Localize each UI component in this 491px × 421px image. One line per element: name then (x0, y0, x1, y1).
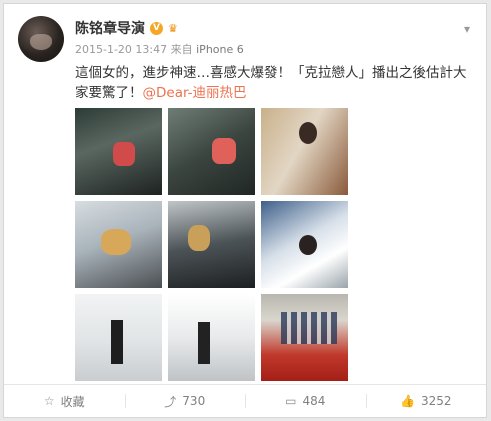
author-row: 陈铭章导演 V ♛ (75, 18, 178, 38)
author-name[interactable]: 陈铭章导演 (75, 18, 145, 38)
favorite-button[interactable]: ☆ 收藏 (4, 385, 125, 417)
photo-1[interactable] (75, 108, 162, 195)
favorite-label: 收藏 (60, 394, 85, 409)
mention-link[interactable]: @Dear-迪丽热巴 (143, 85, 247, 101)
like-count: 3252 (420, 394, 452, 408)
star-icon: ☆ (43, 394, 55, 408)
photo-2[interactable] (168, 108, 255, 195)
photo-grid (75, 108, 348, 382)
photo-6[interactable] (261, 201, 348, 288)
weibo-post-card: 陈铭章导演 V ♛ 2015-1-20 13:47 来自 iPhone 6 ▾ … (3, 3, 487, 418)
photo-9[interactable] (261, 294, 348, 381)
thumbs-up-icon: 👍 (400, 394, 415, 408)
source-prefix: 来自 (170, 43, 193, 56)
crown-icon[interactable]: ♛ (168, 22, 178, 35)
repost-button[interactable]: ⤴ 730 (124, 385, 246, 417)
action-bar: ☆ 收藏 ⤴ 730 ▭ 484 👍 3252 (4, 384, 486, 417)
post-meta: 2015-1-20 13:47 来自 iPhone 6 (75, 41, 244, 57)
photo-5[interactable] (168, 201, 255, 288)
photo-7[interactable] (75, 294, 162, 381)
post-body: 這個女的，進步神速…喜感大爆發！「克拉戀人」播出之後估計大家要驚了！ (75, 65, 467, 101)
like-button[interactable]: 👍 3252 (365, 385, 487, 417)
photo-8[interactable] (168, 294, 255, 381)
photo-3[interactable] (261, 108, 348, 195)
comment-button[interactable]: ▭ 484 (245, 385, 366, 417)
photo-4[interactable] (75, 201, 162, 288)
repost-icon: ⤴ (164, 394, 177, 409)
post-timestamp[interactable]: 2015-1-20 13:47 (75, 43, 167, 56)
post-text: 這個女的，進步神速…喜感大爆發！「克拉戀人」播出之後估計大家要驚了！@Dear-… (75, 63, 473, 103)
avatar[interactable] (18, 16, 64, 62)
chevron-down-icon[interactable]: ▾ (464, 22, 470, 36)
comment-icon: ▭ (285, 394, 297, 408)
comment-count: 484 (302, 394, 326, 408)
post-source[interactable]: iPhone 6 (196, 43, 244, 56)
repost-count: 730 (182, 394, 206, 408)
verified-badge[interactable]: V (150, 21, 163, 35)
